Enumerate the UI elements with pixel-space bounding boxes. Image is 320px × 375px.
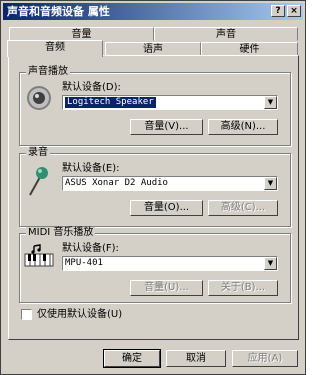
playback-group-title: 声音播放 xyxy=(26,66,70,78)
midi-group: MIDI 音乐播放 默认设备(F): MPU-401 ▼ 音量(U)... 关于… xyxy=(19,227,291,303)
playback-group: 声音播放 默认设备(D): Logitech Speaker ▼ 音量(V)..… xyxy=(19,66,291,146)
only-default-devices-checkbox[interactable] xyxy=(21,309,32,320)
chevron-down-icon[interactable]: ▼ xyxy=(264,96,277,109)
tab-sounds[interactable]: 声音 xyxy=(154,27,298,41)
sound-properties-dialog: 声音和音频设备 属性 ? × 音量 声音 音频 语声 硬件 声音播放 默认设备(… xyxy=(0,0,306,375)
tab-sounds-label: 声音 xyxy=(216,29,236,40)
audio-tab-panel: 声音播放 默认设备(D): Logitech Speaker ▼ 音量(V)..… xyxy=(8,55,299,340)
tab-hardware-label: 硬件 xyxy=(239,44,260,55)
close-button[interactable]: × xyxy=(287,5,301,17)
tab-voice-label: 语声 xyxy=(143,44,163,55)
tab-audio[interactable]: 音频 xyxy=(7,40,103,57)
recording-group-title: 录音 xyxy=(26,147,50,159)
midi-device-value: MPU-401 xyxy=(65,258,103,268)
recording-advanced-button[interactable]: 高级(C)... xyxy=(208,200,278,216)
apply-button[interactable]: 应用(A) xyxy=(232,350,298,367)
tab-audio-label: 音频 xyxy=(45,42,65,53)
playback-advanced-button[interactable]: 高级(N)... xyxy=(208,119,278,135)
chevron-down-icon[interactable]: ▼ xyxy=(264,177,277,190)
speaker-icon xyxy=(27,86,51,110)
cancel-button[interactable]: 取消 xyxy=(166,350,226,367)
ok-button[interactable]: 确定 xyxy=(103,349,161,368)
tab-volume-label: 音量 xyxy=(71,29,92,40)
midi-keyboard-icon xyxy=(24,244,54,267)
window-title: 声音和音频设备 属性 xyxy=(7,5,110,18)
recording-device-value: ASUS Xonar D2 Audio xyxy=(65,178,168,188)
tab-volume[interactable]: 音量 xyxy=(9,27,154,41)
tab-voice[interactable]: 语声 xyxy=(105,42,201,56)
microphone-icon xyxy=(29,167,48,196)
midi-device-select[interactable]: MPU-401 ▼ xyxy=(62,256,278,271)
playback-default-device-label: 默认设备(D): xyxy=(62,82,121,93)
tab-hardware[interactable]: 硬件 xyxy=(201,42,298,56)
title-bar[interactable]: 声音和音频设备 属性 ? × xyxy=(3,3,303,20)
only-default-devices-label: 仅使用默认设备(U) xyxy=(37,309,123,320)
midi-about-button[interactable]: 关于(B)... xyxy=(208,280,278,296)
help-button[interactable]: ? xyxy=(271,5,285,17)
playback-volume-button[interactable]: 音量(V)... xyxy=(130,119,203,135)
recording-group: 录音 默认设备(E): ASUS Xonar D2 Audio ▼ 音量(O).… xyxy=(19,147,291,227)
playback-device-value: Logitech Speaker xyxy=(65,97,156,108)
chevron-down-icon[interactable]: ▼ xyxy=(264,257,277,270)
recording-default-device-label: 默认设备(E): xyxy=(62,163,120,174)
help-icon: ? xyxy=(275,6,281,16)
close-icon: × xyxy=(290,6,298,16)
midi-volume-button[interactable]: 音量(U)... xyxy=(130,280,203,296)
recording-volume-button[interactable]: 音量(O)... xyxy=(130,200,203,216)
playback-device-select[interactable]: Logitech Speaker ▼ xyxy=(62,95,278,110)
midi-group-title: MIDI 音乐播放 xyxy=(26,227,96,239)
recording-device-select[interactable]: ASUS Xonar D2 Audio ▼ xyxy=(62,176,278,191)
midi-default-device-label: 默认设备(F): xyxy=(62,243,119,254)
